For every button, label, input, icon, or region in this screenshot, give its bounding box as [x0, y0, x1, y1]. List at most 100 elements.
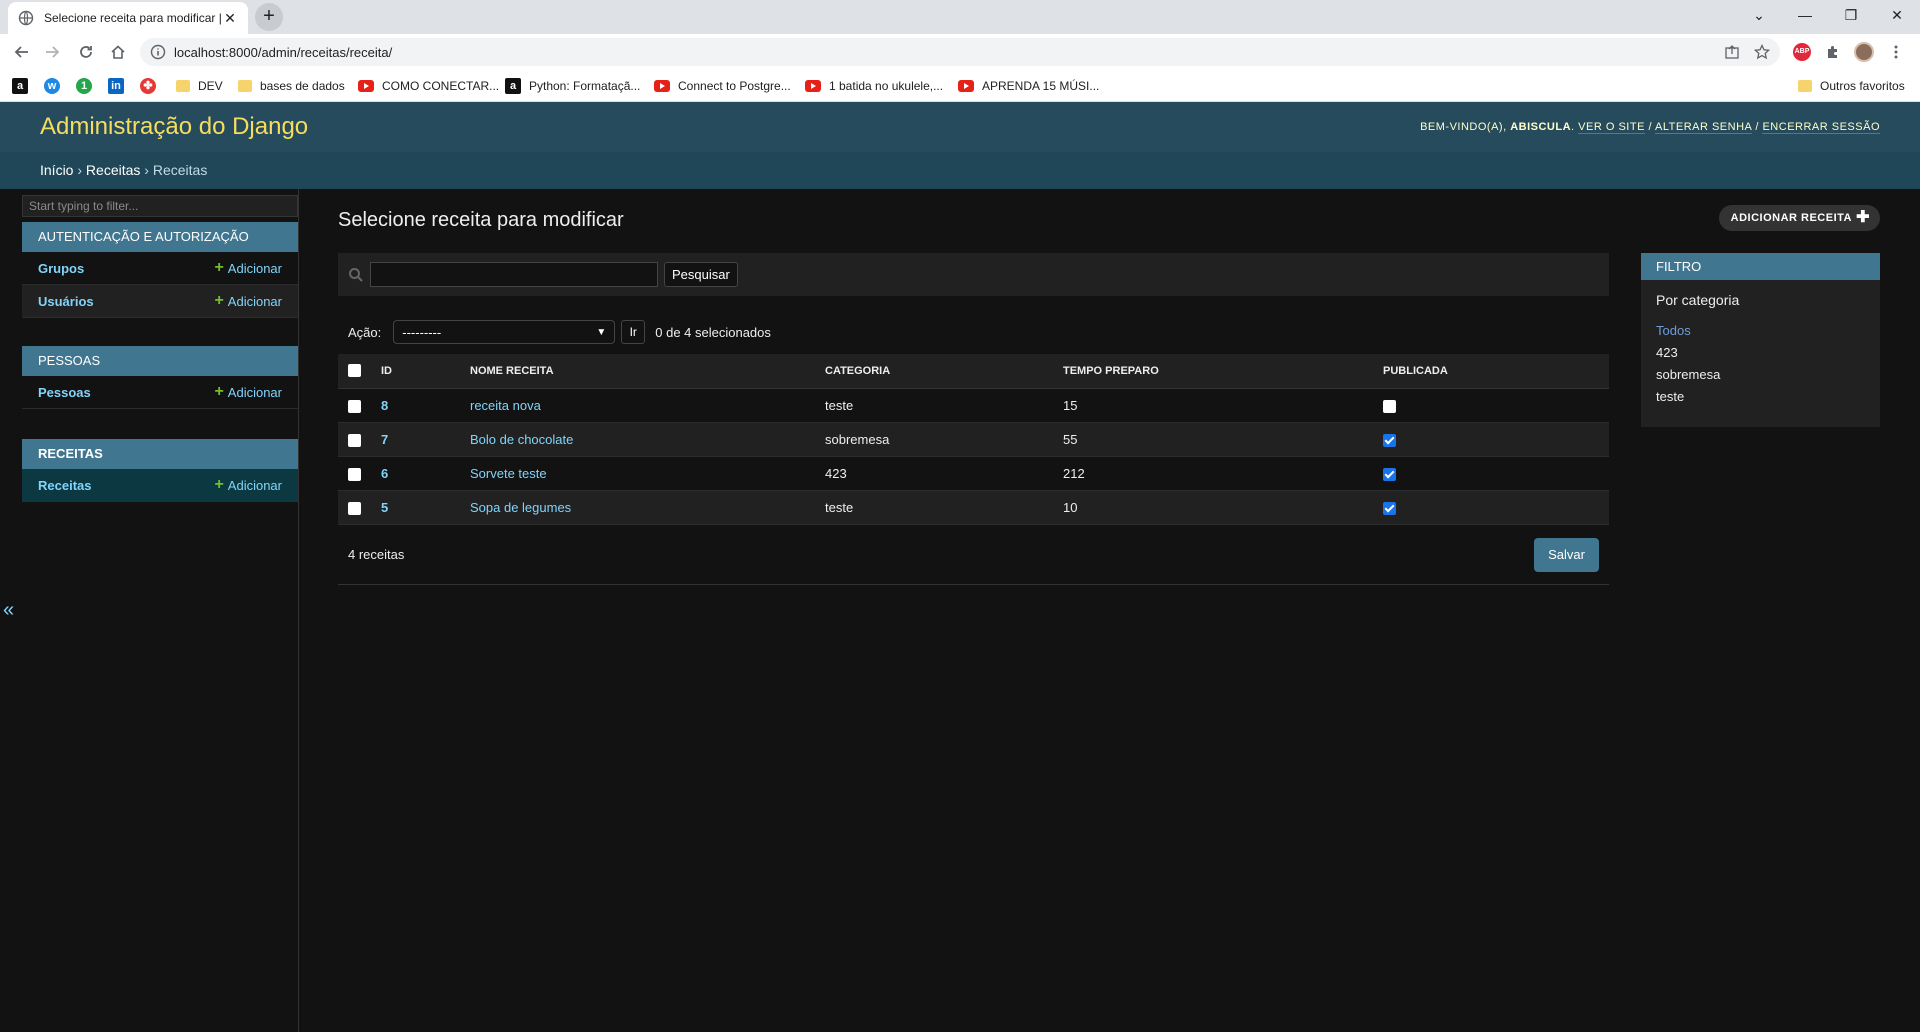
bookmark-linkedin[interactable]: in: [108, 76, 132, 96]
avatar[interactable]: [1854, 42, 1874, 62]
logout-link[interactable]: Encerrar sessão: [1762, 121, 1880, 134]
select-all-checkbox[interactable]: [348, 364, 361, 378]
table-row: 6 Sorvete teste 423 212: [338, 456, 1609, 491]
column-header-publicada[interactable]: Publicada: [1373, 354, 1609, 389]
action-selected-value: ---------: [402, 324, 442, 340]
row-nome-link[interactable]: receita nova: [470, 398, 541, 413]
tab-search-icon[interactable]: ⌄: [1736, 0, 1782, 30]
star-icon[interactable]: [1754, 44, 1770, 60]
back-button[interactable]: [10, 40, 34, 64]
module-caption[interactable]: Receitas: [22, 439, 298, 469]
bookmark-label: COMO CONECTAR...: [382, 79, 500, 93]
row-categoria: sobremesa: [815, 422, 1053, 457]
bookmark-other[interactable]: Outros favoritos: [1798, 76, 1905, 96]
sidebar-item-pessoas[interactable]: Pessoas + Adicionar: [22, 376, 298, 409]
column-header-categoria[interactable]: Categoria: [815, 354, 1053, 389]
row-nome-link[interactable]: Sorvete teste: [470, 466, 547, 481]
module-caption[interactable]: Autenticação e Autorização: [22, 222, 298, 252]
arrow-right-icon: [46, 46, 60, 58]
bookmark-dev[interactable]: DEV: [176, 76, 223, 96]
nav-filter-input[interactable]: Start typing to filter...: [22, 195, 298, 217]
row-checkbox[interactable]: [348, 433, 361, 447]
breadcrumb-app[interactable]: Receitas: [86, 162, 140, 178]
close-window-button[interactable]: ✕: [1874, 0, 1920, 30]
model-link[interactable]: Grupos: [38, 261, 84, 276]
new-tab-button[interactable]: +: [255, 3, 283, 31]
add-link[interactable]: + Adicionar: [214, 476, 282, 494]
info-icon[interactable]: [150, 44, 166, 60]
home-button[interactable]: [106, 40, 130, 64]
search-input[interactable]: [370, 262, 658, 287]
address-bar[interactable]: localhost:8000/admin/receitas/receita/: [140, 38, 1780, 66]
url-text[interactable]: localhost:8000/admin/receitas/receita/: [174, 45, 1710, 60]
bookmark-como-conectar[interactable]: COMO CONECTAR...: [358, 76, 499, 96]
share-icon[interactable]: [1724, 44, 1740, 60]
add-receita-button[interactable]: Adicionar receita ✚: [1718, 205, 1880, 231]
change-password-link[interactable]: Alterar senha: [1655, 121, 1752, 134]
bookmark-amazon[interactable]: a: [12, 76, 36, 96]
separator: /: [1648, 121, 1653, 133]
save-button[interactable]: Salvar: [1534, 537, 1599, 572]
module-caption[interactable]: Pessoas: [22, 346, 298, 376]
search-button[interactable]: Pesquisar: [664, 262, 738, 287]
menu-icon[interactable]: [1886, 42, 1906, 62]
module-auth: Autenticação e Autorização Grupos + Adici…: [22, 222, 298, 318]
bookmark-aprenda[interactable]: APRENDA 15 MÚSI...: [958, 76, 1099, 96]
bookmark-one[interactable]: 1: [76, 76, 100, 96]
row-id-link[interactable]: 8: [381, 398, 388, 413]
row-checkbox[interactable]: [348, 399, 361, 413]
row-checkbox[interactable]: [348, 501, 361, 515]
row-nome-link[interactable]: Sopa de legumes: [470, 500, 571, 515]
model-link[interactable]: Usuários: [38, 294, 94, 309]
column-header-nome[interactable]: Nome receita: [460, 354, 815, 389]
column-header-tempo[interactable]: Tempo preparo: [1053, 354, 1373, 389]
bookmark-w[interactable]: w: [44, 76, 68, 96]
publicada-checkbox[interactable]: [1383, 399, 1396, 413]
bookmark-label: bases de dados: [260, 79, 345, 93]
youtube-icon: [958, 80, 974, 92]
filter-option-423[interactable]: 423: [1656, 342, 1865, 364]
bookmark-bases-de-dados[interactable]: bases de dados: [238, 76, 345, 96]
adblock-icon[interactable]: ABP: [1792, 42, 1812, 62]
filter-option-todos[interactable]: Todos: [1656, 320, 1865, 342]
view-site-link[interactable]: Ver o site: [1578, 121, 1645, 134]
sidebar-item-grupos[interactable]: Grupos + Adicionar: [22, 252, 298, 285]
add-link[interactable]: + Adicionar: [214, 292, 282, 310]
row-checkbox[interactable]: [348, 467, 361, 481]
column-header-id[interactable]: ID: [371, 354, 460, 389]
filter-option-teste[interactable]: teste: [1656, 386, 1865, 408]
minimize-button[interactable]: —: [1782, 0, 1828, 30]
bookmark-ukulele[interactable]: 1 batida no ukulele,...: [805, 76, 943, 96]
add-link[interactable]: + Adicionar: [214, 259, 282, 277]
filter-option-sobremesa[interactable]: sobremesa: [1656, 364, 1865, 386]
sidebar-item-receitas[interactable]: Receitas + Adicionar: [22, 469, 298, 502]
add-link[interactable]: + Adicionar: [214, 383, 282, 401]
publicada-checkbox[interactable]: [1383, 467, 1396, 481]
reload-button[interactable]: [74, 40, 98, 64]
row-id-link[interactable]: 5: [381, 500, 388, 515]
sidebar-item-usuarios[interactable]: Usuários + Adicionar: [22, 285, 298, 318]
breadcrumb-home[interactable]: Início: [40, 162, 73, 178]
restore-button[interactable]: ❐: [1828, 0, 1874, 30]
close-tab-icon[interactable]: ✕: [222, 10, 238, 26]
site-branding[interactable]: Administração do Django: [40, 113, 308, 141]
bookmark-puzzle[interactable]: ✤: [140, 76, 164, 96]
row-id-link[interactable]: 7: [381, 432, 388, 447]
row-tempo: 212: [1053, 456, 1373, 491]
bookmark-python[interactable]: a Python: Formataçã...: [505, 76, 640, 96]
browser-tab[interactable]: Selecione receita para modificar | Site …: [8, 2, 248, 34]
forward-button[interactable]: [40, 40, 64, 64]
action-select[interactable]: --------- ▼: [393, 320, 616, 344]
extensions-icon[interactable]: [1823, 42, 1843, 62]
globe-icon: [18, 10, 34, 26]
amazon-icon: a: [505, 78, 521, 94]
row-id-link[interactable]: 6: [381, 466, 388, 481]
model-link[interactable]: Receitas: [38, 478, 91, 493]
go-button[interactable]: Ir: [621, 320, 646, 344]
model-link[interactable]: Pessoas: [38, 385, 91, 400]
bookmark-connect-postgre[interactable]: Connect to Postgre...: [654, 76, 791, 96]
toggle-sidebar-button[interactable]: «: [3, 600, 21, 620]
row-nome-link[interactable]: Bolo de chocolate: [470, 432, 573, 447]
publicada-checkbox[interactable]: [1383, 501, 1396, 515]
publicada-checkbox[interactable]: [1383, 433, 1396, 447]
